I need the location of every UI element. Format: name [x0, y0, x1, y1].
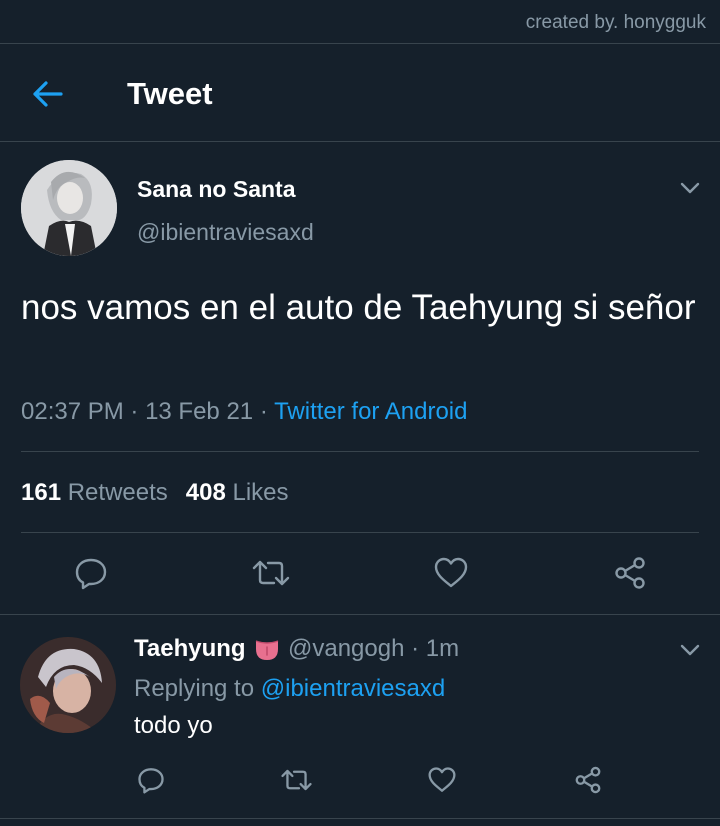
replying-prefix: Replying to: [134, 675, 261, 702]
avatar-main[interactable]: [21, 160, 117, 256]
avatar-reply[interactable]: [20, 637, 116, 733]
replying-to: Replying to @ibientraviesaxd: [134, 675, 445, 703]
chevron-down-icon: [680, 182, 700, 194]
divider: [21, 451, 699, 452]
reply-text: todo yo: [134, 712, 213, 739]
avatar-image: [20, 637, 116, 733]
like-button[interactable]: [430, 552, 472, 594]
reply-like-button[interactable]: [425, 763, 459, 797]
retweet-icon: [252, 560, 290, 586]
divider: [0, 614, 720, 615]
likes-stat[interactable]: 408 Likes: [186, 479, 289, 506]
heart-icon: [428, 767, 456, 792]
chevron-down-icon: [680, 644, 700, 656]
share-icon: [615, 557, 645, 589]
retweet-button[interactable]: [249, 552, 293, 594]
heart-icon: [434, 557, 468, 588]
divider: [21, 532, 699, 533]
retweet-icon: [280, 769, 312, 791]
tweet-menu-button[interactable]: [678, 176, 702, 200]
tweet-time: 02:37 PM: [21, 398, 124, 425]
reply-display-name[interactable]: Taehyung: [134, 635, 246, 663]
comment-icon: [138, 768, 164, 794]
reply-time: 1m: [425, 635, 460, 662]
reply-separator: ·: [404, 635, 426, 662]
replying-mention-link[interactable]: @ibientraviesaxd: [261, 675, 445, 702]
reply-share-button[interactable]: [571, 763, 605, 797]
likes-count: 408: [185, 479, 226, 506]
tweet-meta: 02:37 PM · 13 Feb 21 · Twitter for Andro…: [21, 398, 467, 426]
page-title: Tweet: [127, 76, 213, 111]
share-icon: [575, 766, 601, 794]
divider: [0, 818, 720, 819]
reply-menu-button[interactable]: [678, 638, 702, 662]
tweet-date: 13 Feb 21: [145, 398, 254, 425]
arrow-left-icon: [33, 81, 63, 107]
author-display-name[interactable]: Sana no Santa: [137, 176, 295, 203]
tweet-stats: 161 Retweets 408 Likes: [21, 479, 289, 507]
tweet-text: nos vamos en el auto de Taehyung si seño…: [21, 288, 696, 327]
meta-separator: ·: [253, 398, 275, 425]
meta-separator: ·: [123, 398, 146, 425]
reply-handle[interactable]: @vangogh: [288, 635, 404, 662]
back-button[interactable]: [30, 76, 66, 112]
likes-label: Likes: [232, 479, 289, 506]
reply-retweet-button[interactable]: [278, 763, 314, 797]
retweets-label: Retweets: [67, 479, 168, 506]
reply-reply-button[interactable]: [134, 763, 168, 797]
tweet-source-link[interactable]: Twitter for Android: [274, 398, 467, 425]
watermark-bar: created by. honygguk: [0, 0, 720, 44]
tongue-emoji-icon: [254, 638, 280, 662]
reply-handle-time: @vangogh · 1m: [288, 635, 459, 663]
app-header: Tweet: [0, 44, 720, 142]
watermark-text: created by. honygguk: [525, 12, 706, 33]
author-handle[interactable]: @ibientraviesaxd: [137, 219, 314, 246]
comment-icon: [75, 558, 107, 590]
reply-button[interactable]: [70, 552, 112, 594]
retweets-stat[interactable]: 161 Retweets: [21, 479, 168, 506]
avatar-image: [21, 160, 117, 256]
share-button[interactable]: [609, 552, 651, 594]
retweets-count: 161: [21, 479, 62, 506]
